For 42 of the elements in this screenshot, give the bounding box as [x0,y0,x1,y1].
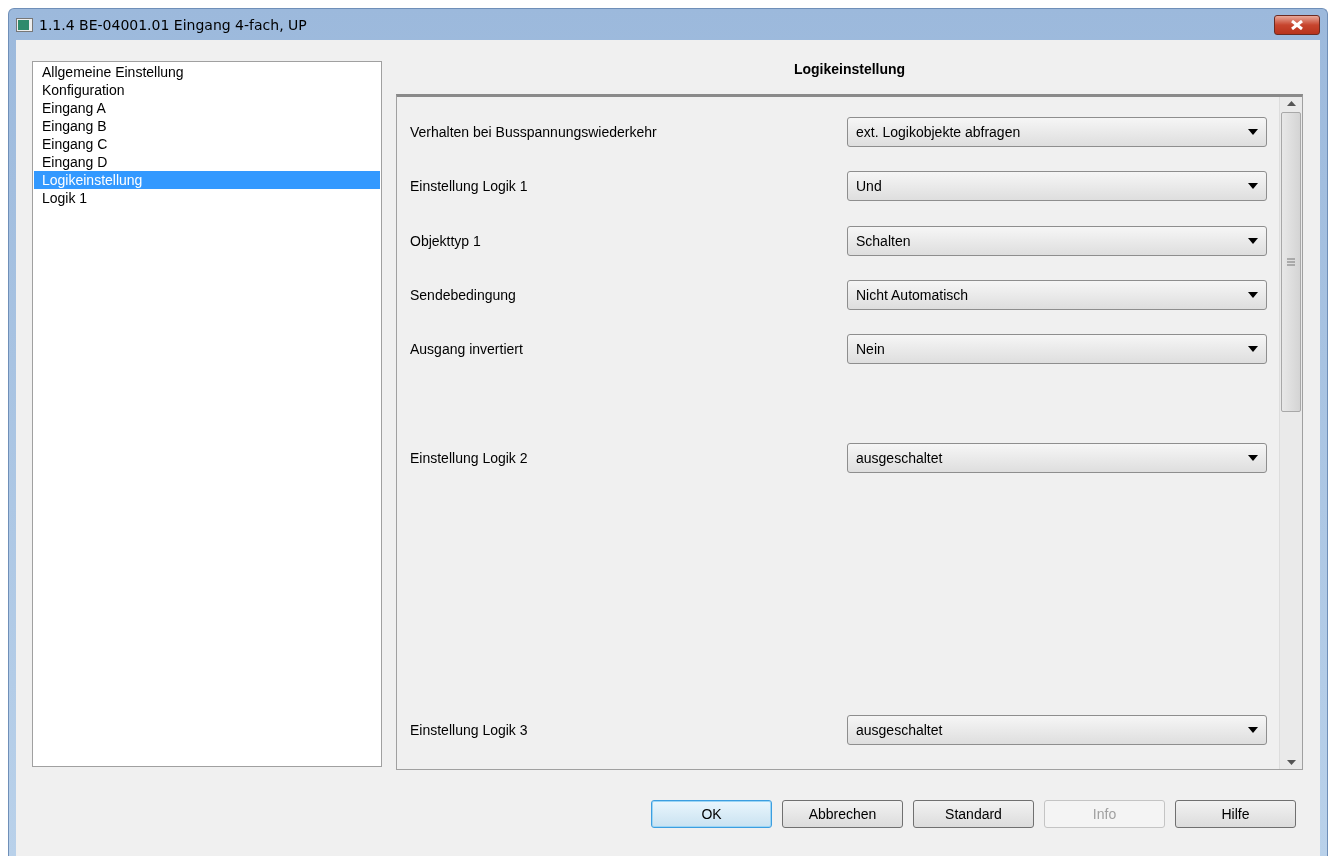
dropdown-arrow-icon [1248,129,1258,135]
dropdown-arrow-icon [1248,346,1258,353]
scrollbar-thumb[interactable] [1281,112,1301,412]
dialog-button[interactable]: OK [651,800,772,828]
dropdown[interactable]: Nicht Automatisch [847,280,1267,310]
dropdown[interactable]: ausgeschaltet [847,442,1267,473]
grip-icon [1287,258,1295,266]
scrollbar[interactable] [1279,97,1302,769]
dropdown-arrow-icon [1248,726,1258,733]
scroll-up-icon [1286,101,1296,106]
navigation-item[interactable]: Eingang A [34,99,380,117]
navigation-item[interactable]: Eingang D [34,153,380,171]
dropdown-arrow-icon [1248,183,1258,190]
close-button[interactable] [1274,14,1320,35]
dialog-button[interactable]: Standard [913,800,1034,828]
close-icon [1290,19,1304,30]
window-title: 1.1.4 BE-04001.01 Eingang 4-fach, UP [39,16,308,33]
dropdown[interactable]: Schalten [847,225,1267,256]
dropdown[interactable]: ausgeschaltet [847,714,1267,745]
dropdown-arrow-icon [1248,237,1258,244]
navigation-item[interactable]: Logik 1 [34,189,380,207]
setting-label: Ausgang invertiert [410,340,524,360]
setting-label: Objekttyp 1 [410,231,482,251]
dropdown[interactable]: Und [847,171,1267,202]
setting-label: Einstellung Logik 2 [410,448,529,468]
dropdown[interactable]: Nein [847,334,1267,365]
setting-label: Verhalten bei Busspannungswiederkehr [410,123,658,142]
dialog-button[interactable]: Hilfe [1175,800,1296,828]
navigation-item[interactable]: Eingang B [34,117,380,135]
setting-label: Einstellung Logik 1 [410,177,529,197]
dialog-button[interactable]: Abbrechen [782,800,903,828]
navigation-item[interactable]: Eingang C [34,135,380,153]
scroll-down-icon [1286,760,1296,765]
setting-label: Sendebedingung [410,286,517,305]
navigation-item[interactable]: Allgemeine Einstellung [34,63,380,81]
dropdown[interactable]: ext. Logikobjekte abfragen [847,117,1267,147]
dropdown-arrow-icon [1248,454,1258,461]
dropdown-arrow-icon [1248,292,1258,298]
window-app-icon [16,17,33,32]
setting-label: Einstellung Logik 3 [410,720,529,740]
navigation-item[interactable]: Konfiguration [34,81,380,99]
panel-title: Logikeinstellung [793,61,906,79]
